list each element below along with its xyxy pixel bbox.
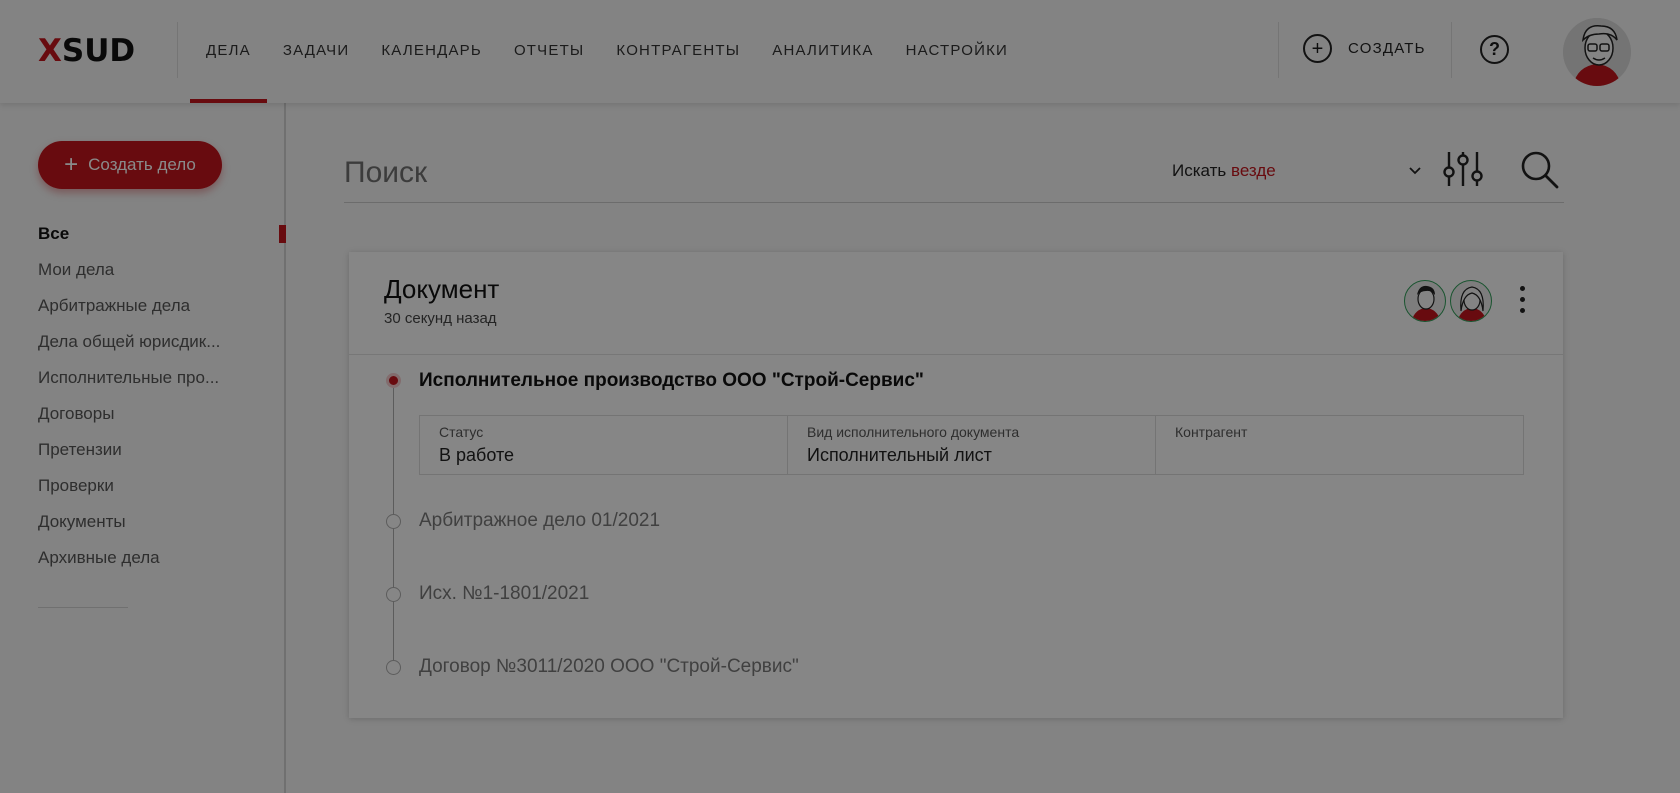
- nav-item-tasks[interactable]: ЗАДАЧИ: [267, 0, 366, 103]
- sidebar-item-inspections[interactable]: Проверки: [38, 477, 286, 513]
- sidebar: + Создать дело Все Мои дела Арбитражные …: [0, 103, 286, 793]
- user-avatar[interactable]: [1563, 18, 1631, 86]
- field-label: Контрагент: [1175, 424, 1248, 440]
- logo-text: SUD: [61, 33, 136, 69]
- sidebar-item-claims[interactable]: Претензии: [38, 441, 286, 477]
- field-value: Исполнительный лист: [807, 445, 992, 465]
- timeline-item-main[interactable]: Исполнительное производство ООО "Строй-С…: [419, 370, 924, 392]
- nav-item-counterparties[interactable]: КОНТРАГЕНТЫ: [600, 0, 756, 103]
- sidebar-divider: [38, 607, 128, 608]
- field-label: Статус: [439, 424, 484, 440]
- search-input[interactable]: [344, 143, 1564, 203]
- plus-icon: +: [64, 151, 79, 178]
- nav-item-cases[interactable]: ДЕЛА: [190, 0, 267, 103]
- sidebar-item-documents[interactable]: Документы: [38, 513, 286, 549]
- search-icon[interactable]: [1520, 150, 1560, 190]
- participant-avatar[interactable]: [1404, 280, 1446, 322]
- nav-item-reports[interactable]: ОТЧЕТЫ: [498, 0, 600, 103]
- document-card: Документ 30 секунд назад Исполнительное …: [349, 252, 1563, 718]
- nav-item-analytics[interactable]: АНАЛИТИКА: [756, 0, 889, 103]
- sidebar-item-contracts[interactable]: Договоры: [38, 405, 286, 441]
- participant-avatars: [1404, 280, 1496, 322]
- xsud-logo[interactable]: XSUD: [38, 33, 135, 69]
- case-filter-list: Все Мои дела Арбитражные дела Дела общей…: [38, 225, 286, 585]
- sidebar-item-archive[interactable]: Архивные дела: [38, 549, 286, 585]
- create-case-label: Создать дело: [88, 155, 196, 174]
- field-document-type: Вид исполнительного документа Исполнител…: [788, 416, 1156, 474]
- top-header: XSUD ДЕЛА ЗАДАЧИ КАЛЕНДАРЬ ОТЧЕТЫ КОНТРА…: [0, 0, 1680, 103]
- field-value: В работе: [439, 445, 515, 465]
- field-counterparty: Контрагент: [1156, 416, 1523, 474]
- sidebar-item-general-jurisdiction[interactable]: Дела общей юрисдик...: [38, 333, 286, 369]
- card-timestamp: 30 секунд назад: [384, 310, 497, 327]
- plus-circle-icon: +: [1303, 34, 1332, 63]
- field-status: Статус В работе: [420, 416, 788, 474]
- sidebar-item-my-cases[interactable]: Мои дела: [38, 261, 286, 297]
- card-title: Документ: [384, 274, 500, 304]
- card-divider: [349, 354, 1563, 355]
- search-scope-value: везде: [1231, 161, 1276, 180]
- sliders-icon[interactable]: [1442, 150, 1484, 188]
- field-label: Вид исполнительного документа: [807, 424, 1020, 440]
- header-divider: [177, 22, 178, 78]
- case-fields: Статус В работе Вид исполнительного доку…: [419, 415, 1524, 475]
- chevron-down-icon[interactable]: [1409, 163, 1421, 178]
- nav-item-settings[interactable]: НАСТРОЙКИ: [890, 0, 1024, 103]
- timeline-dot-active: [386, 373, 401, 388]
- timeline-dot: [386, 514, 401, 529]
- logo-x: X: [38, 33, 62, 69]
- participant-avatar[interactable]: [1450, 280, 1492, 322]
- sidebar-item-all[interactable]: Все: [38, 225, 286, 261]
- more-options-icon[interactable]: [1514, 286, 1530, 318]
- header-divider: [1278, 22, 1279, 78]
- timeline-item[interactable]: Арбитражное дело 01/2021: [419, 510, 660, 532]
- create-button[interactable]: + СОЗДАТЬ: [1303, 34, 1426, 63]
- create-case-button[interactable]: + Создать дело: [38, 141, 222, 189]
- search-scope-select[interactable]: Искать везде: [1172, 161, 1276, 181]
- header-divider: [1451, 22, 1452, 78]
- search-scope-prefix: Искать: [1172, 161, 1227, 180]
- sidebar-item-arbitration[interactable]: Арбитражные дела: [38, 297, 286, 333]
- sidebar-item-enforcement[interactable]: Исполнительные про...: [38, 369, 286, 405]
- help-icon[interactable]: ?: [1480, 35, 1509, 64]
- timeline-dot: [386, 660, 401, 675]
- create-label: СОЗДАТЬ: [1348, 40, 1426, 57]
- timeline-item[interactable]: Исх. №1-1801/2021: [419, 583, 589, 605]
- timeline-dot: [386, 587, 401, 602]
- nav-item-calendar[interactable]: КАЛЕНДАРЬ: [365, 0, 498, 103]
- main-nav: ДЕЛА ЗАДАЧИ КАЛЕНДАРЬ ОТЧЕТЫ КОНТРАГЕНТЫ…: [190, 0, 1024, 103]
- timeline-item[interactable]: Договор №3011/2020 ООО "Строй-Сервис": [419, 656, 799, 678]
